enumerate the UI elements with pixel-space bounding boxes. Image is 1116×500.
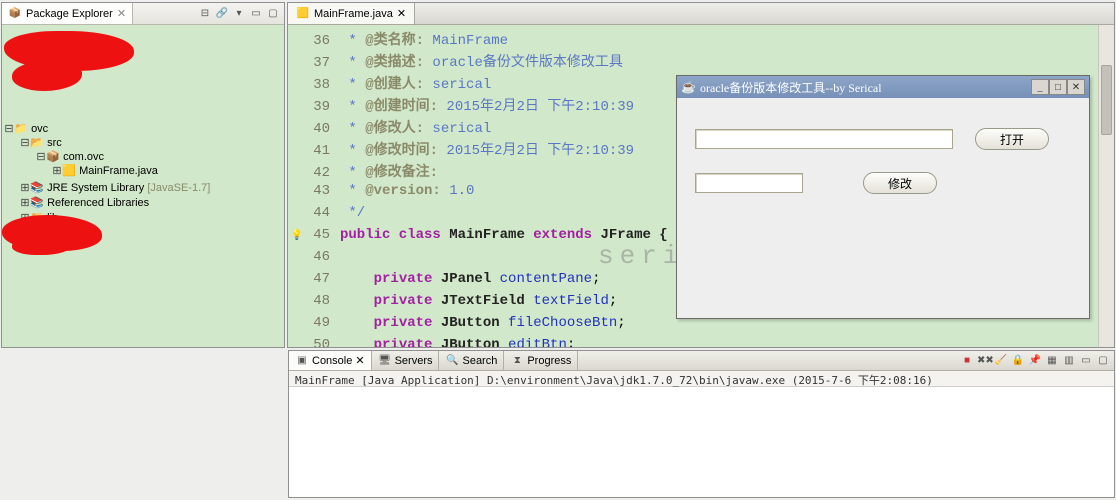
- package-explorer-tab[interactable]: 📦 Package Explorer ✕: [2, 3, 133, 24]
- clear-icon[interactable]: 🧹: [994, 354, 1008, 368]
- tree-node-file[interactable]: ⊞🟨 MainFrame.java: [52, 163, 282, 178]
- close-icon[interactable]: ✕: [397, 7, 406, 20]
- close-button[interactable]: ✕: [1067, 79, 1085, 95]
- java-app-window[interactable]: ☕ oracle备份版本修改工具--by Serical _ □ ✕ 打开: [676, 75, 1090, 319]
- package-icon: 📦: [8, 7, 22, 21]
- editor-tabbar: 🟨 MainFrame.java ✕: [288, 3, 1114, 25]
- redaction-scribble: [12, 61, 82, 91]
- java-file-icon: 🟨: [296, 7, 310, 21]
- scroll-lock-icon[interactable]: 🔒: [1011, 354, 1025, 368]
- console-tab[interactable]: ▣ Console ✕: [289, 351, 372, 370]
- tree-node-src[interactable]: ⊟📂 src ⊟📦 com.ovc ⊞🟨 MainFrame.: [20, 135, 282, 180]
- terminate-icon[interactable]: ■: [960, 354, 974, 368]
- window-body: 打开 修改: [677, 98, 1089, 318]
- java-icon: ☕: [681, 80, 696, 95]
- remove-all-icon[interactable]: ✖✖: [977, 354, 991, 368]
- vertical-scrollbar[interactable]: [1098, 25, 1114, 347]
- minimize-icon[interactable]: ▭: [1079, 354, 1093, 368]
- project-tree[interactable]: ⊟📁 ovc ⊟📂 src ⊟📦 com.ovc: [4, 121, 282, 226]
- servers-icon: 🖥: [378, 354, 392, 368]
- view-menu-icon[interactable]: ▾: [232, 7, 246, 21]
- code-line[interactable]: 37 * @类描述: oracle备份文件版本修改工具: [288, 51, 1114, 73]
- edit-button[interactable]: 修改: [863, 172, 937, 194]
- editor-view: 🟨 MainFrame.java ✕ 36 * @类名称: MainFrame3…: [287, 2, 1115, 348]
- console-tabbar: ▣ Console ✕ 🖥 Servers 🔍 Search ⧗ Progres…: [289, 351, 1114, 371]
- progress-icon: ⧗: [510, 354, 524, 368]
- open-button[interactable]: 打开: [975, 128, 1049, 150]
- maximize-icon[interactable]: ▢: [1096, 354, 1110, 368]
- tree-node-project[interactable]: ⊟📁 ovc ⊟📂 src ⊟📦 com.ovc: [4, 121, 282, 226]
- window-titlebar[interactable]: ☕ oracle备份版本修改工具--by Serical _ □ ✕: [677, 76, 1089, 98]
- maximize-button[interactable]: □: [1049, 79, 1067, 95]
- minimize-icon[interactable]: ▭: [249, 7, 263, 21]
- file-path-input[interactable]: [695, 129, 953, 149]
- maximize-icon[interactable]: ▢: [266, 7, 280, 21]
- scrollbar-thumb[interactable]: [1101, 65, 1112, 135]
- tree-node-reflib[interactable]: ⊞📚 Referenced Libraries: [20, 195, 282, 210]
- package-explorer-view: 📦 Package Explorer ✕ ⊟ 🔗 ▾ ▭ ▢ ⊟📁 ovc: [1, 2, 285, 348]
- code-line[interactable]: 50 private JButton editBtn;: [288, 337, 1114, 347]
- pin-icon[interactable]: 📌: [1028, 354, 1042, 368]
- console-status: MainFrame [Java Application] D:\environm…: [289, 371, 1114, 387]
- close-icon[interactable]: ✕: [355, 354, 364, 367]
- console-icon: ▣: [295, 354, 309, 368]
- link-editor-icon[interactable]: 🔗: [215, 7, 229, 21]
- tree-node-package[interactable]: ⊟📦 com.ovc ⊞🟨 MainFrame.java: [36, 149, 282, 179]
- explorer-title: Package Explorer: [26, 8, 113, 20]
- search-icon: 🔍: [445, 354, 459, 368]
- console-output[interactable]: [289, 387, 1114, 497]
- console-view: ▣ Console ✕ 🖥 Servers 🔍 Search ⧗ Progres…: [288, 350, 1115, 498]
- tree-node-jre[interactable]: ⊞📚 JRE System Library [JavaSE-1.7]: [20, 180, 282, 195]
- display-icon[interactable]: ▦: [1045, 354, 1059, 368]
- collapse-all-icon[interactable]: ⊟: [198, 7, 212, 21]
- close-icon[interactable]: ✕: [117, 7, 126, 20]
- explorer-body: ⊟📁 ovc ⊟📂 src ⊟📦 com.ovc: [2, 25, 284, 347]
- progress-tab[interactable]: ⧗ Progress: [504, 351, 578, 370]
- search-tab[interactable]: 🔍 Search: [439, 351, 504, 370]
- redaction-scribble: [12, 235, 72, 255]
- version-input[interactable]: [695, 173, 803, 193]
- code-line[interactable]: 36 * @类名称: MainFrame: [288, 29, 1114, 51]
- servers-tab[interactable]: 🖥 Servers: [372, 351, 440, 370]
- explorer-tabbar: 📦 Package Explorer ✕ ⊟ 🔗 ▾ ▭ ▢: [2, 3, 284, 25]
- minimize-button[interactable]: _: [1031, 79, 1049, 95]
- code-editor[interactable]: 36 * @类名称: MainFrame37 * @类描述: oracle备份文…: [288, 25, 1114, 347]
- editor-tab[interactable]: 🟨 MainFrame.java ✕: [288, 3, 415, 24]
- open-console-icon[interactable]: ▥: [1062, 354, 1076, 368]
